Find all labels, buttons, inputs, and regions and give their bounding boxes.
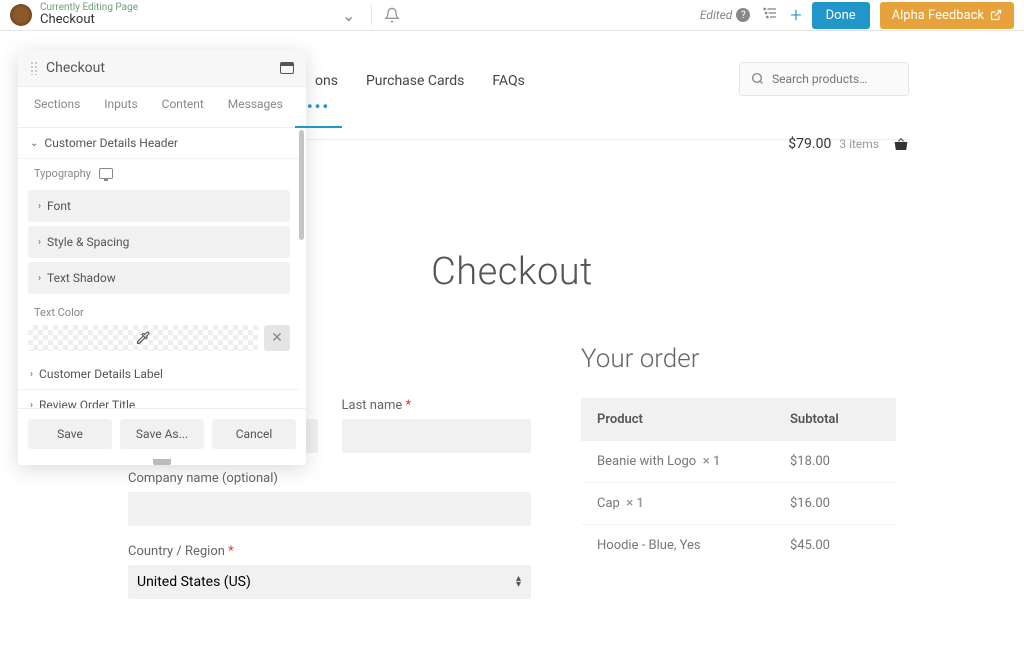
nav-link[interactable]: Purchase Cards: [366, 73, 464, 89]
add-icon[interactable]: +: [790, 3, 801, 27]
company-label: Company name (optional): [128, 471, 531, 486]
style-spacing-row[interactable]: › Style & Spacing: [28, 226, 290, 258]
product-header: Product: [597, 412, 790, 427]
text-color-label: Text Color: [18, 298, 300, 325]
subtotal-header: Subtotal: [790, 412, 880, 427]
done-button[interactable]: Done: [812, 2, 870, 29]
save-as-button[interactable]: Save As...: [120, 419, 204, 449]
panel-footer: Save Save As... Cancel: [18, 408, 306, 459]
outline-icon[interactable]: [760, 3, 780, 27]
alpha-feedback-button[interactable]: Alpha Feedback: [880, 2, 1014, 29]
last-name-label: Last name *: [342, 398, 532, 413]
cancel-button[interactable]: Cancel: [212, 419, 296, 449]
panel-tabs: Sections Inputs Content Messages •••: [18, 87, 306, 128]
nav-link[interactable]: FAQs: [492, 73, 525, 89]
edited-label: Edited ?: [700, 8, 750, 22]
order-heading: Your order: [581, 344, 896, 374]
basket-icon: [893, 136, 909, 152]
editing-info: Currently Editing Page Checkout: [40, 2, 138, 27]
order-row: Beanie with Logo × 1 $18.00: [581, 441, 896, 483]
cart-summary[interactable]: $79.00 3 items: [788, 136, 909, 152]
settings-panel: Checkout Sections Inputs Content Message…: [18, 50, 306, 465]
country-group: Country / Region * ▴▾: [128, 544, 531, 599]
page-dropdown-chevron[interactable]: ⌄: [338, 2, 359, 29]
desktop-icon[interactable]: [99, 168, 113, 179]
country-label: Country / Region *: [128, 544, 531, 559]
topbar-left: Currently Editing Page Checkout ⌄: [10, 2, 700, 29]
editing-page-name: Checkout: [40, 13, 138, 27]
topbar-right: Edited ? + Done Alpha Feedback: [700, 2, 1014, 29]
section-review-order-title[interactable]: › Review Order Title: [18, 390, 300, 408]
tab-messages[interactable]: Messages: [216, 87, 295, 127]
chevron-right-icon: ›: [30, 369, 33, 380]
order-header-row: Product Subtotal: [581, 398, 896, 441]
panel-header[interactable]: Checkout: [18, 50, 306, 87]
order-column: Your order Product Subtotal Beanie with …: [581, 344, 896, 617]
divider: [371, 5, 372, 25]
eyedropper-icon: [136, 331, 150, 345]
company-input[interactable]: [128, 492, 531, 526]
resize-handle[interactable]: [153, 459, 171, 465]
chevron-right-icon: ›: [38, 201, 41, 212]
typography-label: Typography: [18, 159, 300, 186]
section-customer-details-label[interactable]: › Customer Details Label: [18, 359, 300, 390]
search-input[interactable]: [739, 62, 909, 96]
text-shadow-row[interactable]: › Text Shadow: [28, 262, 290, 294]
font-row[interactable]: › Font: [28, 190, 290, 222]
help-icon[interactable]: ?: [736, 8, 750, 22]
chevron-down-icon: ⌄: [30, 138, 38, 149]
topbar: Currently Editing Page Checkout ⌄ Edited…: [0, 0, 1024, 31]
tab-more[interactable]: •••: [295, 87, 342, 128]
clear-color-button[interactable]: ✕: [264, 325, 290, 351]
tab-content[interactable]: Content: [150, 87, 216, 127]
chevron-right-icon: ›: [38, 273, 41, 284]
beaver-logo-icon[interactable]: [10, 4, 32, 26]
order-row: Hoodie - Blue, Yes $45.00: [581, 525, 896, 566]
tab-sections[interactable]: Sections: [22, 87, 92, 127]
cart-price: $79.00: [788, 136, 831, 152]
select-arrows-icon: ▴▾: [516, 576, 521, 588]
search-icon: [751, 72, 764, 85]
text-color-row: ✕: [28, 325, 290, 351]
company-group: Company name (optional): [128, 471, 531, 526]
panel-title: Checkout: [46, 60, 280, 76]
drag-handle-icon[interactable]: [30, 61, 38, 75]
scrollbar[interactable]: [299, 130, 304, 240]
tab-inputs[interactable]: Inputs: [92, 87, 149, 127]
section-customer-details-header[interactable]: ⌄ Customer Details Header: [18, 128, 300, 159]
chevron-right-icon: ›: [30, 400, 33, 409]
notifications-icon[interactable]: [384, 7, 400, 23]
order-row: Cap × 1 $16.00: [581, 483, 896, 525]
nav-links: ons Purchase Cards FAQs: [315, 73, 525, 89]
last-name-group: Last name *: [342, 398, 532, 453]
save-button[interactable]: Save: [28, 419, 112, 449]
last-name-input[interactable]: [342, 419, 532, 453]
panel-body: ⌄ Customer Details Header Typography › F…: [18, 128, 306, 408]
cart-item-count: 3 items: [839, 137, 879, 151]
country-select[interactable]: [128, 565, 531, 599]
chevron-right-icon: ›: [38, 237, 41, 248]
order-table: Product Subtotal Beanie with Logo × 1 $1…: [581, 398, 896, 566]
window-icon[interactable]: [280, 62, 294, 74]
color-swatch[interactable]: [28, 325, 258, 351]
external-link-icon: [990, 9, 1002, 21]
